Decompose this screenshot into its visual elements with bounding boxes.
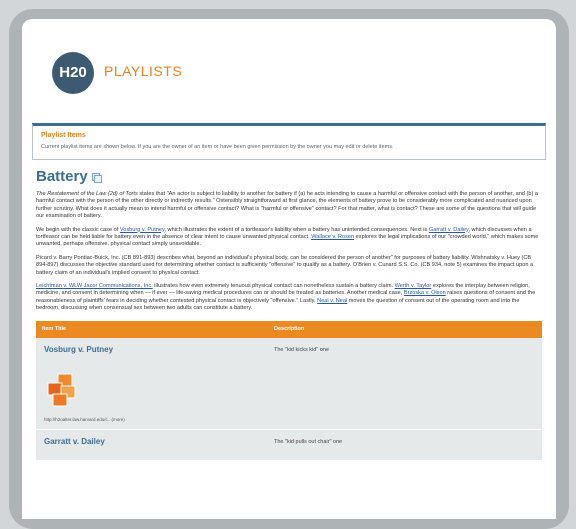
text-span: , which illustrates the extent of a tort…	[164, 226, 429, 233]
playlist-items-notice: Playlist Items Current playlist items ar…	[32, 123, 546, 160]
table-header: Item Title Description	[36, 320, 542, 338]
paragraph-intro: The Restatement of the Law (2d) of Torts…	[36, 191, 542, 221]
column-header-description[interactable]: Description	[274, 326, 304, 332]
title-text: Battery	[36, 168, 88, 185]
paragraph-leichtman: Leichtman v. WLW Jacor Communications, I…	[36, 283, 542, 313]
copy-icon[interactable]	[91, 172, 102, 183]
case-document-icon[interactable]	[46, 373, 80, 407]
restatement-citation: The Restatement of the Law (2d) of Torts	[36, 191, 138, 197]
text-span: We begin with the classic case of	[36, 226, 120, 233]
text-span: illustrates how even extremely tenuous p…	[152, 283, 395, 290]
notice-text: Current playlist items are shown below. …	[41, 144, 394, 150]
browser-page: H20 PLAYLISTS Playlist Items Current pla…	[22, 19, 556, 519]
table-row[interactable]: Vosburg v. Putney The "kid kicks kid" on…	[36, 337, 542, 430]
paragraph-cases: We begin with the classic case of Vosbur…	[36, 227, 542, 249]
site-header: H20 PLAYLISTS	[22, 19, 556, 123]
page-title: Battery	[36, 168, 542, 185]
column-header-item-title[interactable]: Item Title	[36, 326, 274, 332]
notice-title: Playlist Items	[41, 132, 86, 139]
playlist-table: Item Title Description Vosburg v. Putney…	[36, 320, 542, 461]
table-row[interactable]: Garratt v. Dailey The "kid pulls out cha…	[36, 429, 542, 461]
link-garratt[interactable]: Garratt v. Dailey	[429, 227, 469, 233]
item-description: The "kid pulls out chair" one	[274, 438, 343, 445]
link-werth[interactable]: Werth v. Taylor	[395, 283, 432, 289]
h2o-logo[interactable]: H20	[52, 52, 94, 94]
item-url[interactable]: http://h2oalter.law.harvard.edu/c...(mor…	[44, 417, 125, 422]
main-content: Battery The Restatement of the Law (2d) …	[22, 168, 556, 461]
paragraph-picard: Picard v. Barry Pontiac-Buick, Inc. (CB …	[36, 254, 534, 276]
item-title-link[interactable]: Garratt v. Dailey	[44, 437, 105, 446]
item-description: The "kid kicks kid" one	[274, 346, 329, 353]
link-wallace[interactable]: Wallace v. Rosen	[311, 234, 354, 240]
link-vosburg[interactable]: Vosburg v. Putney	[120, 227, 165, 233]
link-brzoska[interactable]: Brzoska v. Olson	[404, 290, 446, 296]
site-title[interactable]: PLAYLISTS	[104, 63, 182, 79]
item-title-link[interactable]: Vosburg v. Putney	[44, 345, 113, 354]
link-leichtman[interactable]: Leichtman v. WLW Jacor Communications, I…	[36, 283, 153, 289]
link-neal[interactable]: Neal v. Neal	[317, 298, 347, 304]
